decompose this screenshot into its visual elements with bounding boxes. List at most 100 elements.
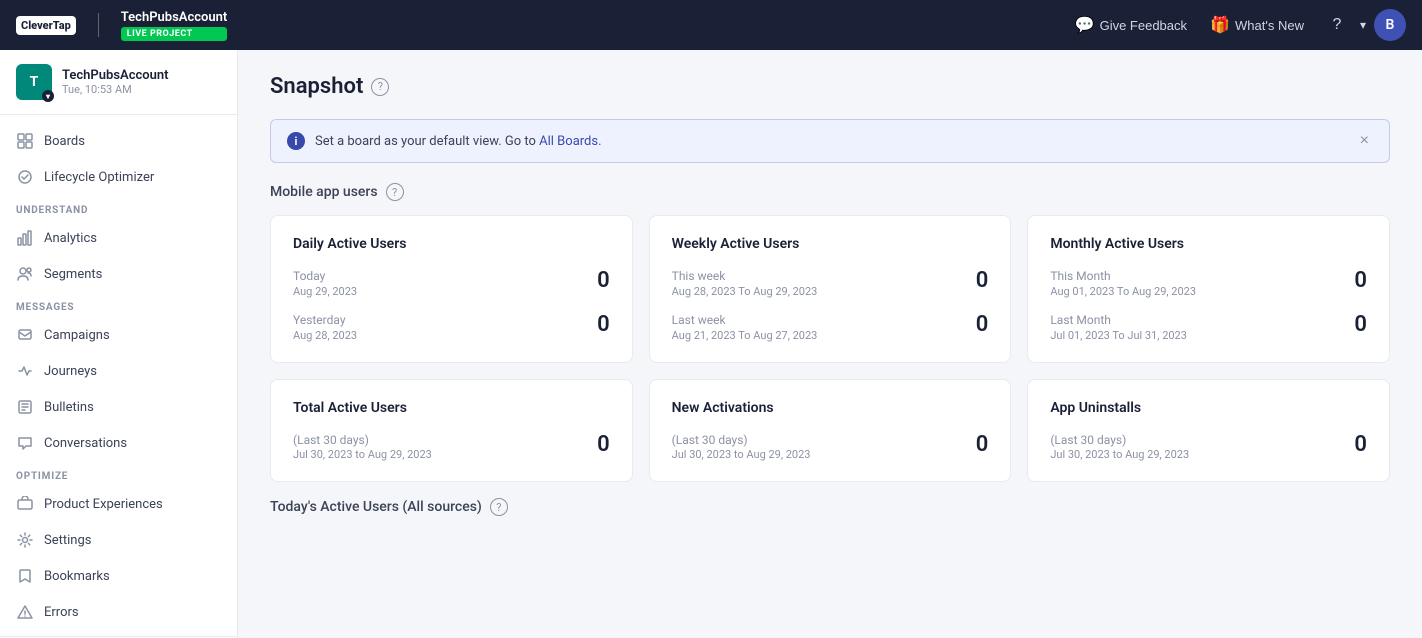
card-label-uninstalls: (Last 30 days) Jul 30, 2023 to Aug 29, 2…	[1050, 432, 1189, 462]
topnav-right: 💬 Give Feedback 🎁 What's New ? ▾ B	[1066, 9, 1406, 41]
main-layout: T ▾ TechPubsAccount Tue, 10:53 AM	[0, 50, 1422, 638]
sidebar-item-bookmarks[interactable]: Bookmarks	[0, 558, 237, 594]
card-row-uninstalls: (Last 30 days) Jul 30, 2023 to Aug 29, 2…	[1050, 432, 1367, 462]
info-icon: i	[287, 132, 305, 150]
card-title-4: New Activations	[672, 400, 989, 416]
card-row-yesterday: Yesterday Aug 28, 2023 0	[293, 312, 610, 342]
card-daily-active-users: Daily Active Users Today Aug 29, 2023 0 …	[270, 215, 633, 363]
sidebar-item-analytics[interactable]: Analytics	[0, 220, 237, 256]
messages-section-label: MESSAGES	[0, 292, 237, 317]
info-prefix: Set a board as your default view. Go to	[315, 134, 539, 149]
mobile-section-header: Mobile app users ?	[270, 183, 1390, 201]
whats-new-label: What's New	[1235, 18, 1304, 33]
mobile-section-help-icon[interactable]: ?	[386, 183, 404, 201]
card-app-uninstalls: App Uninstalls (Last 30 days) Jul 30, 20…	[1027, 379, 1390, 483]
analytics-label: Analytics	[44, 231, 97, 246]
whats-new-button[interactable]: 🎁 What's New	[1201, 10, 1314, 40]
snapshot-help-icon[interactable]: ?	[371, 78, 389, 96]
card-title-3: Total Active Users	[293, 400, 610, 416]
clevertap-logo[interactable]: CleverTap	[16, 16, 76, 35]
campaign-icon	[16, 326, 34, 344]
errors-label: Errors	[44, 605, 79, 620]
sidebar-item-product-experiences[interactable]: Product Experiences	[0, 486, 237, 522]
journeys-label: Journeys	[44, 364, 97, 379]
card-label-yesterday: Yesterday Aug 28, 2023	[293, 312, 357, 342]
card-label-today: Today Aug 29, 2023	[293, 268, 357, 298]
card-total-active-users: Total Active Users (Last 30 days) Jul 30…	[270, 379, 633, 483]
sidebar-item-settings[interactable]: Settings	[0, 522, 237, 558]
settings-label: Settings	[44, 533, 91, 548]
card-label-total: (Last 30 days) Jul 30, 2023 to Aug 29, 2…	[293, 432, 432, 462]
page-title: Snapshot	[270, 74, 363, 99]
sidebar-item-boards[interactable]: Boards	[0, 123, 237, 159]
card-new-activations: New Activations (Last 30 days) Jul 30, 2…	[649, 379, 1012, 483]
card-row-activations: (Last 30 days) Jul 30, 2023 to Aug 29, 2…	[672, 432, 989, 462]
card-title-2: Monthly Active Users	[1050, 236, 1367, 252]
info-banner-text: Set a board as your default view. Go to …	[315, 134, 1346, 149]
sidebar-account-name: TechPubsAccount	[62, 68, 221, 83]
sidebar-item-lifecycle[interactable]: Lifecycle Optimizer	[0, 159, 237, 195]
card-title-0: Daily Active Users	[293, 236, 610, 252]
campaigns-label: Campaigns	[44, 328, 110, 343]
user-avatar[interactable]: B	[1374, 9, 1406, 41]
grid-icon	[16, 132, 34, 150]
all-boards-link[interactable]: All Boards.	[539, 134, 601, 149]
sidebar-nav: Boards Lifecycle Optimizer UNDERSTAND	[0, 115, 237, 638]
card-row-last-month: Last Month Jul 01, 2023 To Jul 31, 2023 …	[1050, 312, 1367, 342]
main-content: Snapshot ? i Set a board as your default…	[238, 50, 1422, 638]
sidebar-item-campaigns[interactable]: Campaigns	[0, 317, 237, 353]
optimize-section-label: OPTIMIZE	[0, 461, 237, 486]
product-icon	[16, 495, 34, 513]
sidebar-item-segments[interactable]: Segments	[0, 256, 237, 292]
today-active-help-icon[interactable]: ?	[490, 498, 508, 516]
nav-divider	[98, 13, 99, 37]
card-weekly-active-users: Weekly Active Users This week Aug 28, 20…	[649, 215, 1012, 363]
card-monthly-active-users: Monthly Active Users This Month Aug 01, …	[1027, 215, 1390, 363]
account-name: TechPubsAccount	[121, 10, 228, 25]
cards-grid-top: Daily Active Users Today Aug 29, 2023 0 …	[270, 215, 1390, 363]
logo-area: CleverTap TechPubsAccount LIVE PROJECT	[16, 10, 227, 41]
conversation-icon	[16, 434, 34, 452]
gift-icon: 🎁	[1211, 16, 1229, 34]
sidebar-account-time: Tue, 10:53 AM	[62, 83, 221, 96]
today-active-label: Today's Active Users (All sources)	[270, 499, 482, 515]
banner-close-button[interactable]: ×	[1356, 133, 1373, 149]
sidebar-account-info: TechPubsAccount Tue, 10:53 AM	[62, 68, 221, 96]
sidebar-item-conversations[interactable]: Conversations	[0, 425, 237, 461]
errors-icon	[16, 603, 34, 621]
card-label-this-week: This week Aug 28, 2023 To Aug 29, 2023	[672, 268, 818, 298]
sidebar-account[interactable]: T ▾ TechPubsAccount Tue, 10:53 AM	[0, 50, 237, 115]
today-active-row: Today's Active Users (All sources) ?	[270, 498, 1390, 516]
lifecycle-icon	[16, 168, 34, 186]
sidebar-item-bulletins[interactable]: Bulletins	[0, 389, 237, 425]
card-title-1: Weekly Active Users	[672, 236, 989, 252]
avatar-letter: T	[30, 74, 39, 90]
sidebar-item-errors[interactable]: Errors	[0, 594, 237, 630]
bulletins-label: Bulletins	[44, 400, 94, 415]
sidebar-divider	[0, 636, 237, 637]
card-label-last-month: Last Month Jul 01, 2023 To Jul 31, 2023	[1050, 312, 1187, 342]
card-title-5: App Uninstalls	[1050, 400, 1367, 416]
card-row-last-week: Last week Aug 21, 2023 To Aug 27, 2023 0	[672, 312, 989, 342]
chevron-down-icon[interactable]: ▾	[1360, 18, 1366, 32]
card-label-last-week: Last week Aug 21, 2023 To Aug 27, 2023	[672, 312, 818, 342]
card-row-today: Today Aug 29, 2023 0	[293, 268, 610, 298]
question-icon: ?	[1328, 16, 1346, 34]
segments-label: Segments	[44, 267, 102, 282]
sidebar: T ▾ TechPubsAccount Tue, 10:53 AM	[0, 50, 238, 638]
sidebar-avatar: T ▾	[16, 64, 52, 100]
sidebar-item-journeys[interactable]: Journeys	[0, 353, 237, 389]
avatar-chevron-icon: ▾	[42, 90, 54, 102]
users-icon	[16, 265, 34, 283]
card-label-this-month: This Month Aug 01, 2023 To Aug 29, 2023	[1050, 268, 1196, 298]
help-button[interactable]: ?	[1318, 10, 1356, 40]
card-row-this-month: This Month Aug 01, 2023 To Aug 29, 2023 …	[1050, 268, 1367, 298]
bulletin-icon	[16, 398, 34, 416]
page-header: Snapshot ?	[270, 74, 1390, 99]
give-feedback-button[interactable]: 💬 Give Feedback	[1066, 10, 1197, 40]
bookmarks-icon	[16, 567, 34, 585]
card-label-activations: (Last 30 days) Jul 30, 2023 to Aug 29, 2…	[672, 432, 811, 462]
chart-icon	[16, 229, 34, 247]
mobile-section-title: Mobile app users	[270, 184, 378, 200]
product-experiences-label: Product Experiences	[44, 497, 163, 512]
